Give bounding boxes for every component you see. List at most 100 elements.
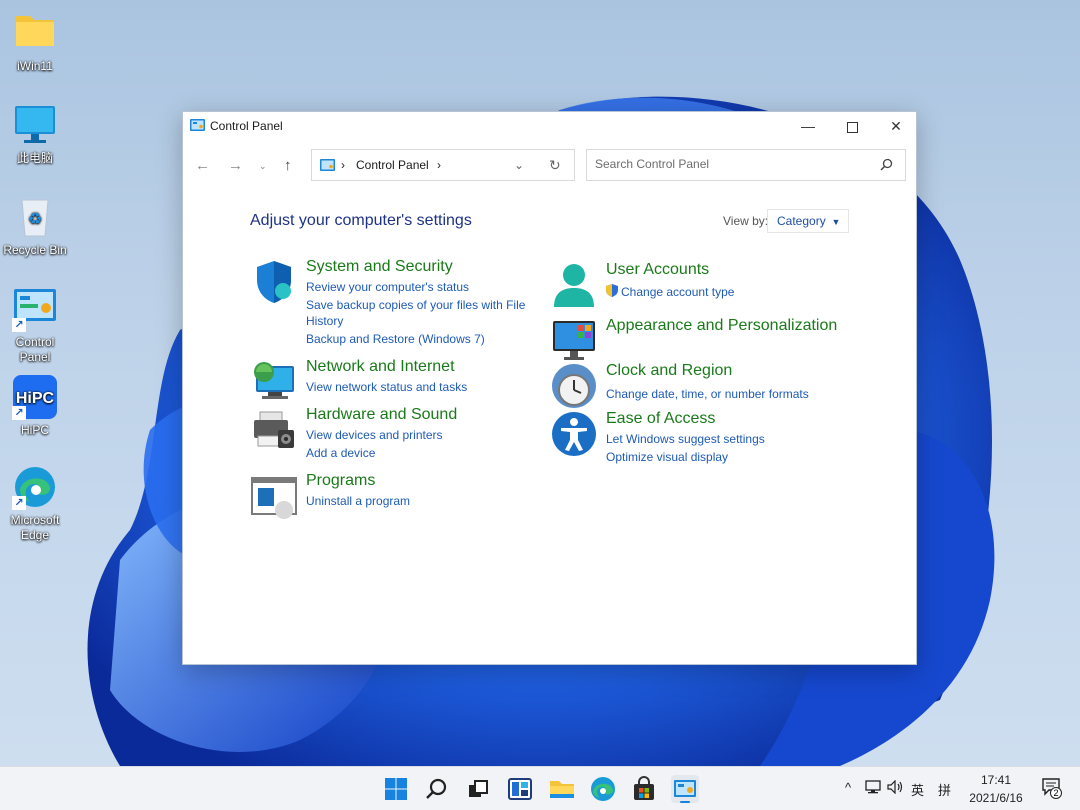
hipc-icon: HiPC ↗ bbox=[12, 374, 58, 420]
folder-icon bbox=[550, 781, 574, 798]
navigation-bar: ← → ⌄ ↑ › Control Panel › ⌄ ↻ bbox=[183, 149, 918, 183]
desktop-icon-this-pc[interactable]: 此电脑 bbox=[2, 102, 68, 166]
network-globe-icon bbox=[254, 362, 294, 399]
notifications-button[interactable]: 2 bbox=[1040, 775, 1068, 803]
windows-logo-icon bbox=[385, 778, 407, 800]
accessibility-icon bbox=[552, 412, 596, 456]
shortcut-arrow-icon: ↗ bbox=[12, 318, 26, 332]
desktop-icon-edge[interactable]: ↗ Microsoft Edge bbox=[2, 464, 68, 543]
dropdown-arrow-icon: ▼ bbox=[829, 217, 841, 227]
search-icon bbox=[426, 778, 447, 799]
clock-icon bbox=[552, 364, 596, 408]
recent-locations-dropdown[interactable]: ⌄ bbox=[259, 161, 267, 172]
network-status-link[interactable]: View network status and tasks bbox=[306, 380, 467, 394]
file-history-link-continued[interactable]: History bbox=[306, 314, 343, 328]
desktop-icon-label: Recycle Bin bbox=[3, 243, 67, 257]
folder-icon bbox=[12, 10, 58, 56]
store-bag-icon bbox=[634, 776, 654, 800]
search-input[interactable] bbox=[595, 157, 875, 171]
recycle-bin-icon: ♻ bbox=[12, 194, 58, 240]
notification-count-badge: 2 bbox=[1050, 787, 1062, 799]
network-icon bbox=[865, 780, 881, 794]
search-button[interactable] bbox=[423, 775, 451, 803]
appearance-personalization-link[interactable]: Appearance and Personalization bbox=[606, 317, 837, 335]
desktop-icon-control-panel[interactable]: ↗ Control Panel bbox=[2, 286, 68, 365]
edge-taskbar-button[interactable] bbox=[589, 775, 617, 803]
task-view-button[interactable] bbox=[464, 775, 492, 803]
review-status-link[interactable]: Review your computer's status bbox=[306, 280, 469, 294]
control-panel-icon bbox=[674, 780, 696, 797]
close-button[interactable]: ✕ bbox=[874, 112, 918, 140]
title-bar[interactable]: Control Panel — ✕ bbox=[183, 112, 916, 140]
backup-restore-link[interactable]: Backup and Restore (Windows 7) bbox=[306, 332, 485, 346]
shortcut-arrow-icon: ↗ bbox=[12, 496, 26, 510]
add-device-link[interactable]: Add a device bbox=[306, 446, 375, 460]
suggest-settings-link[interactable]: Let Windows suggest settings bbox=[606, 432, 765, 446]
breadcrumb-separator-icon[interactable]: › bbox=[341, 158, 345, 172]
change-date-time-link[interactable]: Change date, time, or number formats bbox=[606, 387, 809, 401]
up-button[interactable]: ↑ bbox=[284, 157, 292, 174]
svg-text:♻: ♻ bbox=[28, 209, 42, 228]
svg-text:HiPC: HiPC bbox=[16, 390, 55, 407]
system-security-link[interactable]: System and Security bbox=[306, 258, 453, 276]
network-internet-link[interactable]: Network and Internet bbox=[306, 358, 455, 376]
widgets-button[interactable] bbox=[506, 775, 534, 803]
shield-icon bbox=[257, 261, 291, 303]
network-tray-icon[interactable] bbox=[865, 780, 881, 797]
maximize-icon bbox=[846, 121, 858, 133]
change-account-type-link[interactable]: Change account type bbox=[621, 285, 734, 299]
forward-button[interactable]: → bbox=[228, 157, 243, 174]
task-view-icon bbox=[469, 780, 488, 797]
devices-printers-link[interactable]: View devices and printers bbox=[306, 428, 443, 442]
view-by-label: View by: bbox=[723, 214, 769, 228]
speaker-icon bbox=[887, 779, 903, 795]
refresh-icon[interactable]: ↻ bbox=[549, 157, 561, 174]
control-panel-taskbar-button[interactable] bbox=[671, 775, 699, 803]
volume-tray-icon[interactable] bbox=[887, 779, 905, 797]
file-history-link[interactable]: Save backup copies of your files with Fi… bbox=[306, 298, 525, 312]
taskbar: ^ 英 拼 17:41 2021/6/16 2 bbox=[0, 766, 1080, 810]
ease-of-access-link[interactable]: Ease of Access bbox=[606, 410, 715, 428]
monitor-icon bbox=[12, 102, 58, 148]
clock-region-link[interactable]: Clock and Region bbox=[606, 362, 732, 380]
minimize-button[interactable]: — bbox=[786, 112, 830, 140]
programs-icon bbox=[251, 477, 297, 519]
view-by-value: Category bbox=[777, 214, 826, 228]
desktop-icon-iwin11[interactable]: iWin11 bbox=[2, 10, 68, 74]
search-box[interactable] bbox=[586, 149, 906, 181]
desktop-icon-label: 此电脑 bbox=[16, 151, 53, 165]
control-panel-icon bbox=[190, 119, 205, 131]
taskbar-clock[interactable]: 17:41 2021/6/16 bbox=[962, 771, 1030, 807]
breadcrumb-separator-icon[interactable]: › bbox=[437, 158, 441, 172]
address-dropdown-icon[interactable]: ⌄ bbox=[514, 158, 524, 172]
uac-shield-icon bbox=[606, 284, 618, 297]
optimize-display-link[interactable]: Optimize visual display bbox=[606, 450, 728, 464]
back-button[interactable]: ← bbox=[195, 157, 210, 174]
shortcut-arrow-icon: ↗ bbox=[12, 406, 26, 420]
appearance-icon bbox=[553, 321, 595, 360]
start-button[interactable] bbox=[382, 775, 410, 803]
address-bar[interactable]: › Control Panel › ⌄ ↻ bbox=[311, 149, 575, 181]
ime-language-indicator[interactable]: 英 bbox=[911, 780, 924, 799]
control-panel-window: Control Panel — ✕ ← → ⌄ ↑ › Control Pane… bbox=[182, 111, 917, 665]
search-icon[interactable] bbox=[880, 158, 893, 171]
file-explorer-button[interactable] bbox=[548, 775, 576, 803]
uninstall-program-link[interactable]: Uninstall a program bbox=[306, 494, 410, 508]
desktop-icon-label: Microsoft Edge bbox=[10, 513, 60, 542]
show-hidden-icons-button[interactable]: ^ bbox=[845, 780, 851, 795]
hardware-sound-link[interactable]: Hardware and Sound bbox=[306, 406, 457, 424]
desktop-icon-label: iWin11 bbox=[17, 59, 53, 73]
view-by-dropdown[interactable]: Category ▼ bbox=[767, 209, 849, 233]
control-panel-icon: ↗ bbox=[12, 286, 58, 332]
breadcrumb-control-panel[interactable]: Control Panel bbox=[356, 158, 429, 172]
store-button[interactable] bbox=[630, 775, 658, 803]
programs-link[interactable]: Programs bbox=[306, 472, 375, 490]
clock-time: 17:41 bbox=[980, 773, 1012, 787]
maximize-button[interactable] bbox=[830, 112, 874, 140]
ime-mode-indicator[interactable]: 拼 bbox=[938, 780, 951, 799]
user-icon bbox=[554, 264, 594, 307]
user-accounts-link[interactable]: User Accounts bbox=[606, 261, 709, 279]
desktop-icon-label: HiPC bbox=[20, 423, 49, 437]
desktop-icon-hipc[interactable]: HiPC ↗ HiPC bbox=[2, 374, 68, 438]
desktop-icon-recycle-bin[interactable]: ♻ Recycle Bin bbox=[2, 194, 68, 258]
